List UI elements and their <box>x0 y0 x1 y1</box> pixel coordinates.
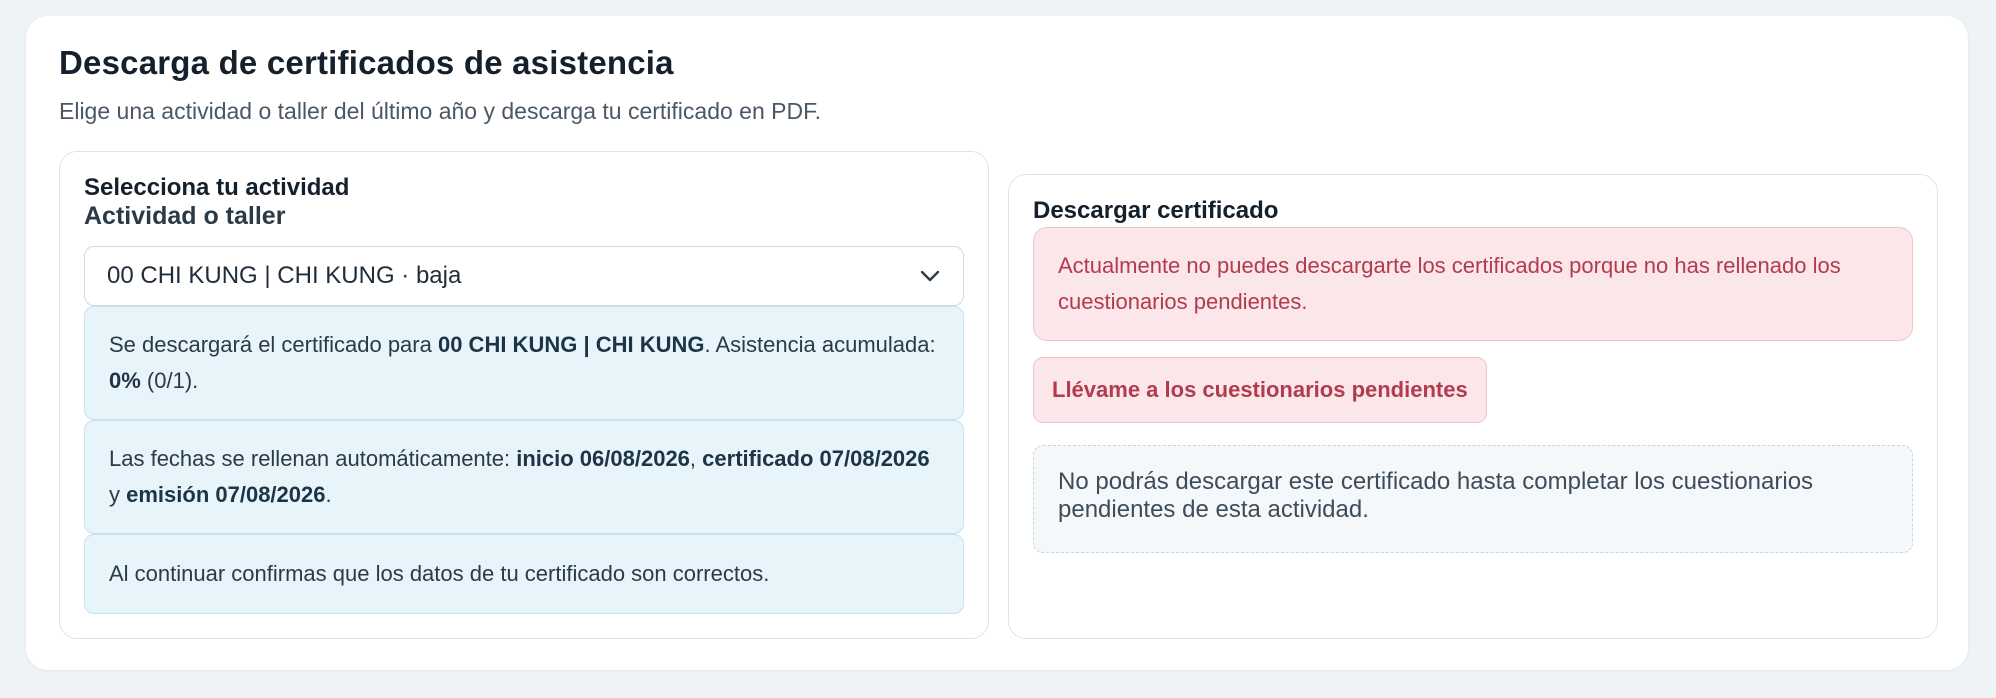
start-date: inicio 06/08/2026 <box>516 446 690 471</box>
activity-panel: Selecciona tu actividad Actividad o tall… <box>59 151 989 639</box>
download-panel: Descargar certificado Actualmente no pue… <box>1008 174 1938 639</box>
info-text: y <box>109 482 127 507</box>
info-text: , <box>689 446 703 471</box>
chevron-down-icon <box>919 265 941 287</box>
certificate-info: Se descargará el certificado para 00 CHI… <box>84 306 964 420</box>
pending-questionnaires-button[interactable]: Llévame a los cuestionarios pendientes <box>1033 357 1487 423</box>
activity-field-label: Actividad o taller <box>84 202 286 230</box>
info-text: Se descargará el certificado para <box>109 332 438 357</box>
section-title: Selecciona tu actividad <box>84 174 350 201</box>
info-text: Las fechas se rellenan automáticamente: <box>109 446 517 471</box>
confirmation-info: Al continuar confirmas que los datos de … <box>84 534 964 614</box>
activity-select-value: 00 CHI KUNG | CHI KUNG · baja <box>107 262 462 289</box>
confirmation-text: Al continuar confirmas que los datos de … <box>109 561 770 586</box>
info-activity: 00 CHI KUNG | CHI KUNG <box>437 332 705 357</box>
info-text: . Asistencia acumulada: <box>704 332 936 357</box>
error-alert: Actualmente no puedes descargarte los ce… <box>1033 227 1913 341</box>
info-text: . <box>325 482 332 507</box>
certificate-date: certificado 07/08/2026 <box>702 446 930 471</box>
page-subtitle: Elige una actividad o taller del último … <box>59 98 821 124</box>
activity-select[interactable]: 00 CHI KUNG | CHI KUNG · baja <box>84 246 964 306</box>
attendance-ratio: (0/1). <box>140 368 199 393</box>
emission-date: emisión 07/08/2026 <box>126 482 326 507</box>
download-note: No podrás descargar este certificado has… <box>1033 445 1913 553</box>
attendance-percent: 0% <box>109 368 141 393</box>
download-title: Descargar certificado <box>1033 197 1279 224</box>
certificate-card: Descarga de certificados de asistencia E… <box>26 16 1968 670</box>
page-title: Descarga de certificados de asistencia <box>59 44 674 81</box>
dates-info: Las fechas se rellenan automáticamente: … <box>84 420 964 534</box>
